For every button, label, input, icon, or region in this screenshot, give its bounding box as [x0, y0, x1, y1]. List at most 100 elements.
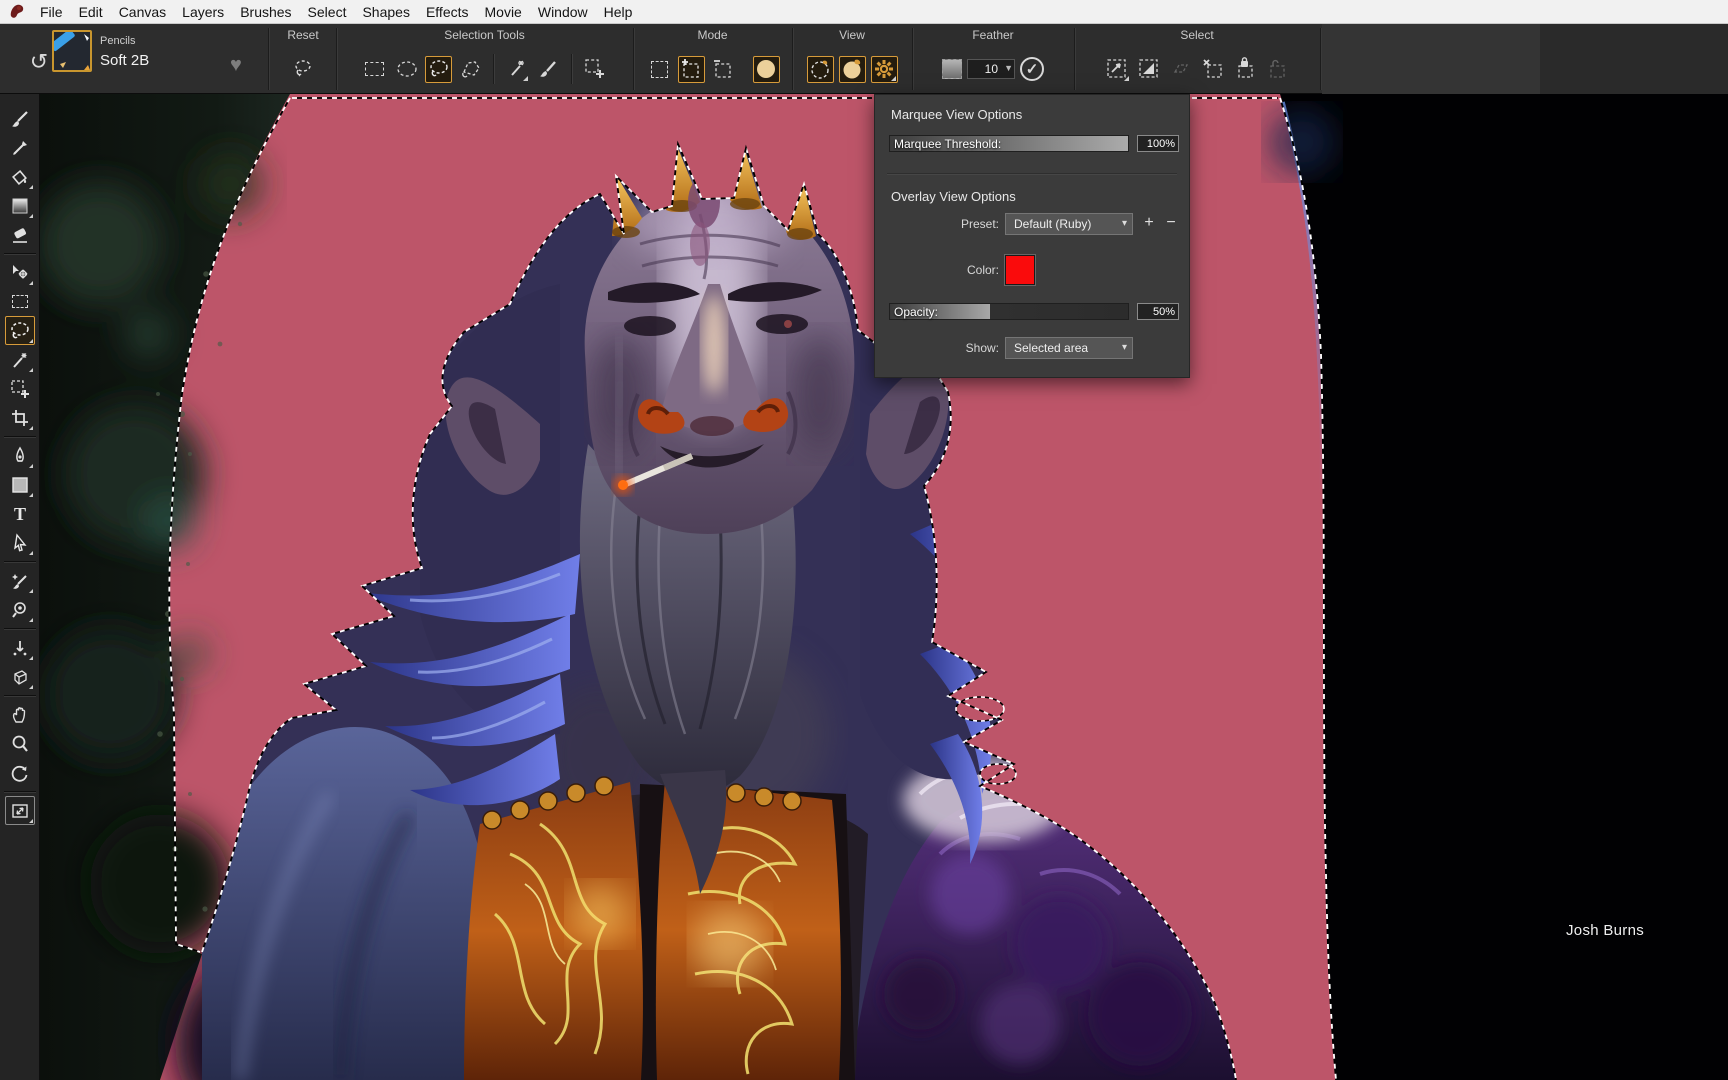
overlay-color-swatch[interactable]: [1005, 255, 1035, 285]
new-selection-icon[interactable]: [581, 56, 608, 83]
section-selection-tools: Selection Tools: [336, 24, 633, 94]
lasso-tool[interactable]: [5, 316, 35, 345]
magic-wand-tool[interactable]: [5, 345, 35, 374]
overlay-options-title: Overlay View Options: [891, 189, 1016, 204]
antialias-toggle-icon[interactable]: [753, 56, 780, 83]
reset-tool-button[interactable]: [290, 56, 317, 83]
divider: [887, 173, 1177, 174]
marching-ants-view-icon[interactable]: [807, 56, 834, 83]
heart-icon[interactable]: ♥: [230, 54, 242, 77]
subtract-from-selection-icon[interactable]: [710, 56, 737, 83]
rectangular-shape-tool[interactable]: [5, 470, 35, 499]
marquee-threshold-value[interactable]: 100%: [1137, 135, 1179, 152]
section-select-label: Select: [1074, 28, 1320, 42]
replace-selection-icon[interactable]: [646, 56, 673, 83]
svg-text:T: T: [13, 504, 25, 524]
eraser-tool[interactable]: [5, 220, 35, 249]
magic-wand-icon[interactable]: [503, 56, 530, 83]
grabber-hand-tool[interactable]: [5, 700, 35, 729]
rectangular-selection-icon[interactable]: [361, 56, 388, 83]
divider: [4, 561, 36, 562]
menu-brushes[interactable]: Brushes: [232, 2, 299, 22]
deselect-icon[interactable]: [1200, 56, 1227, 83]
show-dropdown[interactable]: Selected area ▾: [1005, 337, 1133, 359]
polygonal-selection-icon[interactable]: [457, 56, 484, 83]
marquee-threshold-slider[interactable]: Marquee Threshold:: [889, 135, 1129, 152]
section-selection-tools-label: Selection Tools: [336, 28, 633, 42]
menu-canvas[interactable]: Canvas: [111, 2, 174, 22]
chevron-down-icon: ▾: [1122, 218, 1127, 229]
preset-dropdown[interactable]: Default (Ruby) ▾: [1005, 213, 1133, 235]
opacity-label: Opacity:: [894, 305, 938, 319]
brush-variant-label: Soft 2B: [100, 52, 149, 69]
shape-selection-tool[interactable]: [5, 528, 35, 557]
gradient-tool[interactable]: [5, 191, 35, 220]
menu-select[interactable]: Select: [300, 2, 355, 22]
rotate-page-tool[interactable]: [5, 758, 35, 787]
brush-selector: ↺ Pencils Soft 2B ♥: [24, 24, 268, 94]
divider: [4, 791, 36, 792]
reset-brush-icon[interactable]: ↺: [26, 50, 52, 76]
preset-label: Preset:: [889, 217, 999, 231]
feather-dropdown-icon[interactable]: ▼: [1004, 63, 1013, 73]
menu-shapes[interactable]: Shapes: [354, 2, 417, 22]
section-reset: Reset: [270, 24, 336, 94]
divider: [1320, 28, 1321, 90]
menu-layers[interactable]: Layers: [174, 2, 232, 22]
overlay-view-icon[interactable]: [839, 56, 866, 83]
clone-source-tool[interactable]: [5, 595, 35, 624]
brush-variant-thumbnail[interactable]: [52, 30, 92, 72]
perspective-guides-tool[interactable]: [5, 662, 35, 691]
transform-selection-icon[interactable]: [1104, 56, 1131, 83]
add-preset-button[interactable]: +: [1141, 214, 1157, 232]
cloner-tool[interactable]: [5, 566, 35, 595]
section-view: View: [792, 24, 912, 94]
unlock-selection-icon[interactable]: [1264, 56, 1291, 83]
toolbar-empty-panel-2: [1540, 24, 1728, 94]
rectangular-selection-tool[interactable]: [5, 287, 35, 316]
opacity-value[interactable]: 50%: [1137, 303, 1179, 320]
pen-tool[interactable]: [5, 441, 35, 470]
apply-feather-button[interactable]: ✓: [1020, 57, 1044, 81]
toolbar-empty-panel: [1322, 24, 1540, 94]
feather-icon: [942, 59, 962, 79]
lasso-tool-icon[interactable]: [425, 56, 452, 83]
artwork-dark-right: [1280, 94, 1728, 1080]
oval-selection-icon[interactable]: [393, 56, 420, 83]
magnifier-tool[interactable]: [5, 729, 35, 758]
menu-help[interactable]: Help: [596, 2, 641, 22]
convert-to-shape-icon[interactable]: [1168, 56, 1195, 83]
selection-to-layer-icon[interactable]: [1136, 56, 1163, 83]
text-tool[interactable]: T: [5, 499, 35, 528]
divider: [4, 628, 36, 629]
menu-edit[interactable]: Edit: [71, 2, 111, 22]
add-to-selection-icon[interactable]: [678, 56, 705, 83]
navigator-tool[interactable]: [5, 796, 35, 825]
mirror-painting-tool[interactable]: [5, 633, 35, 662]
paint-bucket-tool[interactable]: [5, 162, 35, 191]
selection-brush-icon[interactable]: [535, 56, 562, 83]
layer-adjuster-tool[interactable]: [5, 258, 35, 287]
remove-preset-button[interactable]: −: [1163, 214, 1179, 232]
selection-adjuster-tool[interactable]: [5, 374, 35, 403]
crop-tool[interactable]: [5, 403, 35, 432]
menu-effects[interactable]: Effects: [418, 2, 477, 22]
section-feather: Feather ▼ ✓: [912, 24, 1074, 94]
menu-window[interactable]: Window: [530, 2, 596, 22]
brush-tool[interactable]: [5, 104, 35, 133]
marquee-view-options-gear-icon[interactable]: [871, 56, 898, 83]
divider: [4, 436, 36, 437]
opacity-slider[interactable]: Opacity:: [889, 303, 1129, 320]
menu-movie[interactable]: Movie: [477, 2, 530, 22]
menu-file[interactable]: File: [32, 2, 71, 22]
marquee-view-options-panel: Marquee View Options Marquee Threshold: …: [874, 94, 1190, 378]
feather-input-wrap: ▼: [967, 59, 1015, 79]
section-view-label: View: [792, 28, 912, 42]
divider: [268, 28, 269, 90]
lock-selection-icon[interactable]: [1232, 56, 1259, 83]
show-value: Selected area: [1014, 341, 1088, 355]
painter-window: File Edit Canvas Layers Brushes Select S…: [0, 0, 1728, 1080]
panel-title: Marquee View Options: [891, 107, 1022, 122]
section-select: Select: [1074, 24, 1320, 94]
dropper-tool[interactable]: [5, 133, 35, 162]
